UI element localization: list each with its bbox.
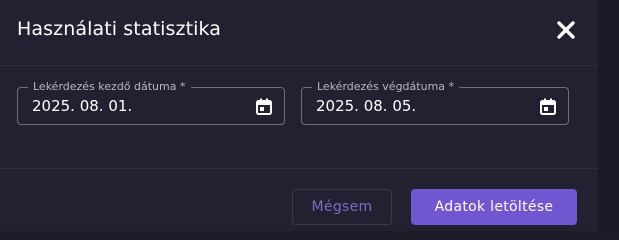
end-date-input[interactable]: 2025. 08. 05.: [316, 96, 416, 116]
footer-divider: [0, 168, 598, 169]
close-icon: [557, 21, 575, 39]
cancel-button[interactable]: Mégsem: [292, 189, 392, 225]
calendar-icon[interactable]: [254, 97, 274, 117]
header-divider: [0, 65, 598, 66]
close-button[interactable]: [553, 17, 579, 43]
usage-statistics-dialog: Használati statisztika Lekérdezés kezdő …: [0, 0, 598, 231]
download-data-button[interactable]: Adatok letöltése: [411, 189, 577, 225]
dialog-title: Használati statisztika: [17, 18, 222, 40]
start-date-input[interactable]: 2025. 08. 01.: [32, 96, 132, 116]
end-date-label: Lekérdezés végdátuma *: [312, 79, 460, 95]
end-date-field[interactable]: Lekérdezés végdátuma * 2025. 08. 05.: [301, 79, 569, 125]
start-date-field[interactable]: Lekérdezés kezdő dátuma * 2025. 08. 01.: [17, 79, 285, 125]
backdrop-edge: [598, 0, 619, 231]
start-date-label: Lekérdezés kezdő dátuma *: [28, 79, 191, 95]
dialog-header: Használati statisztika: [0, 0, 598, 64]
calendar-icon[interactable]: [538, 97, 558, 117]
